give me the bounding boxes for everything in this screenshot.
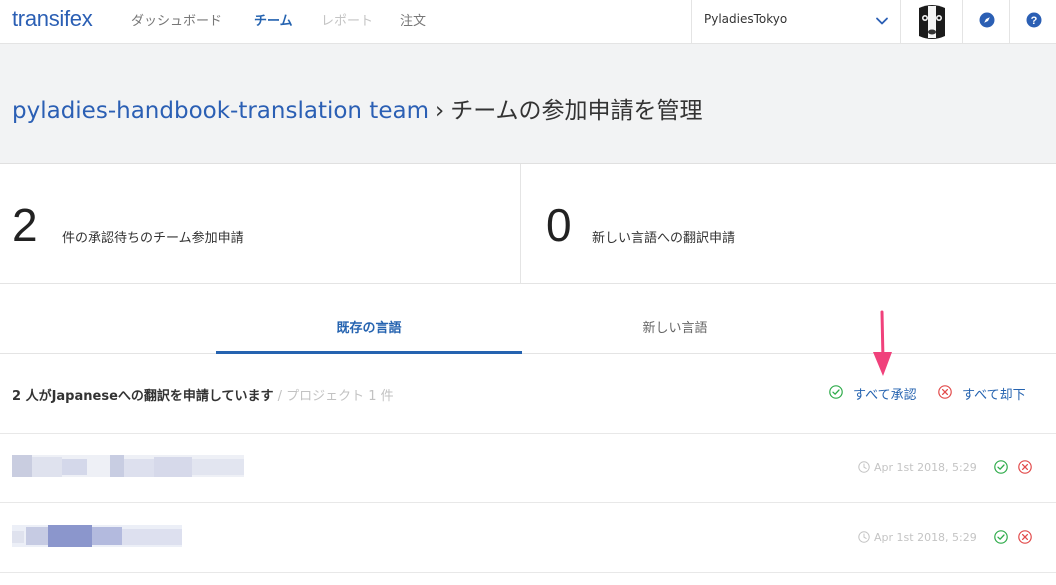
clock-icon [858, 461, 870, 473]
check-circle-icon[interactable] [994, 530, 1008, 544]
redacted-username [12, 525, 182, 547]
svg-text:?: ? [1031, 15, 1038, 27]
tab-existing-languages[interactable]: 既存の言語 [216, 284, 522, 354]
check-circle-icon [829, 385, 843, 399]
annotation-arrow-icon [873, 310, 892, 376]
reject-all-button[interactable]: すべて却下 [938, 384, 1048, 403]
stat-label: 新しい言語への翻訳申請 [592, 231, 736, 246]
chevron-down-icon [876, 17, 888, 25]
stat-pending-team-requests: 2 件の承認待ちのチーム参加申請 [0, 164, 521, 284]
reject-all-label: すべて却下 [962, 388, 1026, 403]
x-circle-icon[interactable] [1018, 530, 1032, 544]
stat-new-language-requests: 0 新しい言語への翻訳申請 [522, 164, 1056, 284]
org-name: PyladiesTokyo [704, 12, 788, 26]
nav-reports[interactable]: レポート [321, 10, 373, 29]
top-nav: transifex ダッシュボード チーム レポート 注文 PyladiesTo… [0, 0, 1056, 44]
org-selector[interactable]: PyladiesTokyo [691, 0, 900, 44]
request-row: Apr 1st 2018, 5:29 [0, 504, 1056, 573]
approve-all-button[interactable]: すべて承認 [829, 384, 939, 403]
redacted-username [12, 455, 244, 477]
page-header: pyladies-handbook-translation team › チームの参… [0, 44, 1056, 164]
x-circle-icon[interactable] [1018, 460, 1032, 474]
clock-icon [858, 531, 870, 543]
check-circle-icon[interactable] [994, 460, 1008, 474]
help-button[interactable]: ? [1009, 0, 1056, 44]
approve-all-label: すべて承認 [853, 388, 917, 403]
nav-team[interactable]: チーム [254, 10, 293, 29]
nav-orders[interactable]: 注文 [400, 10, 426, 29]
transifex-logo[interactable]: transifex [12, 6, 93, 32]
page-title: チームの参加申請を管理 [450, 98, 703, 124]
tab-new-languages[interactable]: 新しい言語 [522, 284, 828, 354]
breadcrumb-team-link[interactable]: pyladies-handbook-translation team [12, 98, 429, 124]
request-summary-main: 2 人がJapaneseへの翻訳を申請しています [12, 389, 274, 404]
request-timestamp-text: Apr 1st 2018, 5:29 [874, 531, 977, 544]
request-summary-projects: / プロジェクト 1 件 [273, 389, 394, 404]
stats-panel: 2 件の承認待ちのチーム参加申請 0 新しい言語への翻訳申請 [0, 164, 1056, 284]
request-row: Apr 1st 2018, 5:29 [0, 434, 1056, 503]
avatar [915, 2, 949, 42]
help-icon: ? [1026, 12, 1042, 28]
nav-dashboard[interactable]: ダッシュボード [131, 10, 222, 29]
stat-number: 2 [12, 199, 38, 251]
x-circle-icon [938, 385, 952, 399]
stat-label: 件の承認待ちのチーム参加申請 [62, 231, 244, 246]
explore-button[interactable] [962, 0, 1009, 44]
compass-icon [979, 12, 995, 28]
stat-number: 0 [546, 199, 572, 251]
breadcrumb: pyladies-handbook-translation team › チームの参… [12, 91, 703, 125]
breadcrumb-separator: › [434, 98, 445, 124]
user-menu[interactable] [900, 0, 962, 44]
request-summary: 2 人がJapaneseへの翻訳を申請しています / プロジェクト 1 件 [12, 385, 394, 404]
request-timestamp-text: Apr 1st 2018, 5:29 [874, 461, 977, 474]
